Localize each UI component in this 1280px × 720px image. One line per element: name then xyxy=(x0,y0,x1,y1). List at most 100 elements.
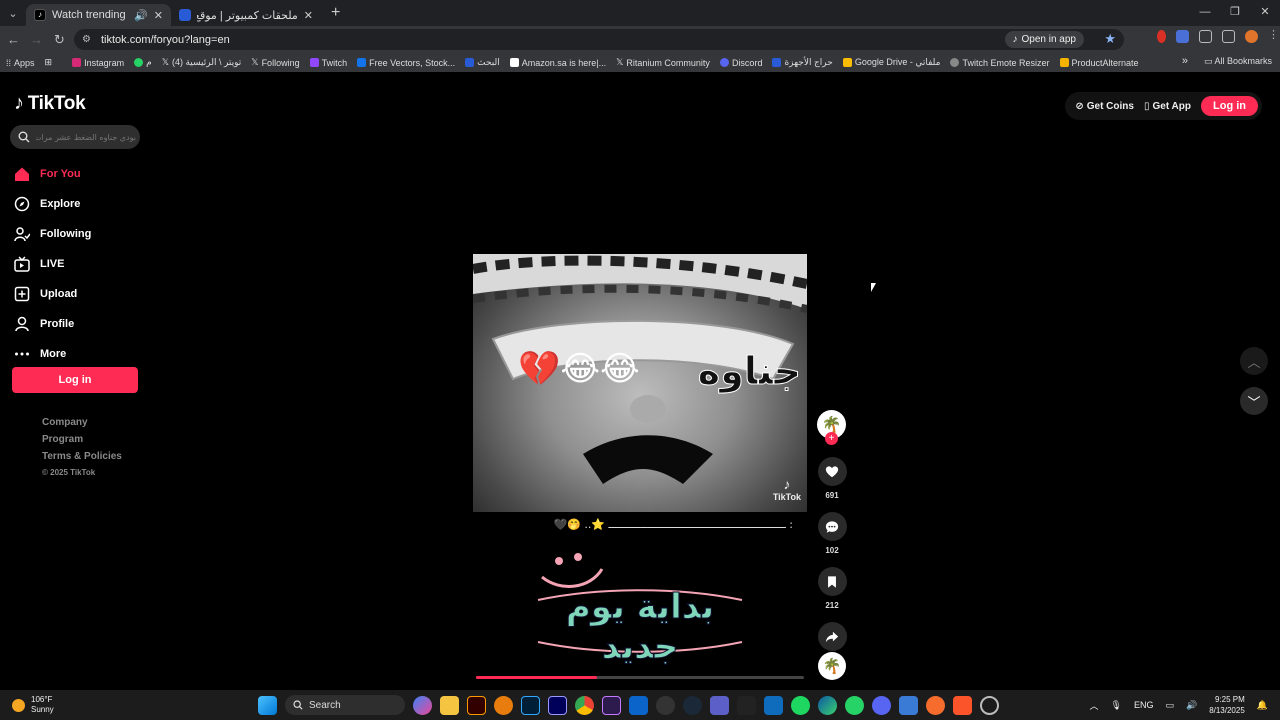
top-login-button[interactable]: Log in xyxy=(1201,96,1258,116)
extensions-puzzle-icon[interactable] xyxy=(1199,30,1212,43)
taskbar-clock[interactable]: 9:25 PM 8/13/2025 xyxy=(1209,694,1245,716)
edge-icon[interactable] xyxy=(818,695,837,715)
bookmark-search[interactable]: البحث xyxy=(465,57,500,68)
app-grid-icon[interactable] xyxy=(899,695,918,715)
notifications-bell-icon[interactable]: 🔔 xyxy=(1257,700,1268,711)
tab-tiktok[interactable]: ♪ Watch trending videos for y 🔊 ✕ xyxy=(26,4,171,26)
footer-link-terms[interactable]: Terms & Policies xyxy=(42,451,122,468)
follow-plus-icon[interactable]: + xyxy=(825,432,838,445)
sidebar-item-upload[interactable]: Upload xyxy=(14,279,144,309)
bookmark-whatsapp[interactable]: م xyxy=(134,57,152,68)
copilot-icon[interactable] xyxy=(413,695,432,715)
search-box[interactable] xyxy=(10,125,140,149)
bookmark-freepik[interactable]: Free Vectors, Stock... xyxy=(357,58,455,68)
get-coins-button[interactable]: ⊘ Get Coins xyxy=(1075,101,1134,112)
minimize-icon[interactable]: — xyxy=(1190,0,1220,26)
tab-search-icon[interactable]: ⌄ xyxy=(0,0,26,26)
next-video-chevron-down-icon[interactable]: ﹀ xyxy=(1240,387,1268,415)
tab-haraj[interactable]: ملحقات كمبيوتر | موقع حراج ✕ xyxy=(171,4,321,26)
grid-icon[interactable]: ⊞ xyxy=(45,57,53,68)
teams-icon[interactable] xyxy=(710,695,729,715)
tray-chevron-up-icon[interactable]: ︿ xyxy=(1089,699,1098,712)
spotify-icon[interactable] xyxy=(791,695,810,715)
open-in-app-button[interactable]: ♪ Open in app xyxy=(1004,31,1084,48)
new-tab-button[interactable]: + xyxy=(331,4,340,22)
bookmark-ritanium[interactable]: 𝕏 Ritanium Community xyxy=(616,57,710,68)
settings-icon[interactable] xyxy=(980,695,999,715)
get-app-button[interactable]: ▯ Get App xyxy=(1144,101,1191,112)
volume-icon[interactable]: 🔊 xyxy=(1186,700,1197,711)
bookmark-x-home[interactable]: 𝕏 (4) تويتر \ الرئيسية xyxy=(162,57,242,68)
bookmark-emote-resizer[interactable]: Twitch Emote Resizer xyxy=(950,58,1050,68)
after-effects-icon[interactable] xyxy=(548,695,567,715)
save-action[interactable]: 212 xyxy=(817,567,847,610)
bookmark-discord[interactable]: Discord xyxy=(719,58,762,68)
obs-icon[interactable] xyxy=(656,695,675,715)
origin-icon[interactable] xyxy=(926,695,945,715)
bookmark-productalternate[interactable]: ProductAlternate xyxy=(1059,58,1139,68)
weather-widget[interactable]: 106°F Sunny xyxy=(12,695,54,715)
adobe-express-icon[interactable] xyxy=(602,695,621,715)
taskbar-search[interactable]: Search xyxy=(285,695,405,715)
brave-icon[interactable] xyxy=(953,695,972,715)
sidebar-item-explore[interactable]: Explore xyxy=(14,189,144,219)
bookmark-twitch[interactable]: Twitch xyxy=(309,58,347,68)
sound-avatar[interactable]: 🌴 xyxy=(818,652,846,680)
store-icon[interactable] xyxy=(764,695,783,715)
url-text[interactable]: tiktok.com/foryou?lang=en xyxy=(101,34,230,46)
sidebar-item-for-you[interactable]: For You xyxy=(14,159,144,189)
site-info-icon[interactable]: ⚙ xyxy=(82,34,91,45)
bookmark-following[interactable]: 𝕏 Following xyxy=(251,57,299,68)
photoshop-icon[interactable] xyxy=(521,695,540,715)
sidebar-item-profile[interactable]: Profile xyxy=(14,309,144,339)
display-icon[interactable]: ▭ xyxy=(1165,700,1174,711)
language-indicator[interactable]: ENG xyxy=(1134,700,1154,710)
outlook-icon[interactable] xyxy=(629,695,648,715)
omnibox[interactable]: ⚙ tiktok.com/foryou?lang=en ♪ Open in ap… xyxy=(74,29,1124,50)
bookmark-amazon[interactable]: Amazon.sa is here|... xyxy=(509,58,606,68)
bookmark-instagram[interactable]: Instagram xyxy=(72,58,124,68)
file-explorer-icon[interactable] xyxy=(440,695,459,715)
footer-link-company[interactable]: Company xyxy=(42,417,122,434)
all-bookmarks-button[interactable]: ▭ All Bookmarks xyxy=(1204,56,1272,67)
creator-avatar[interactable]: 🌴 + xyxy=(817,410,846,445)
search-input[interactable] xyxy=(36,132,136,142)
bookmark-haraj-devices[interactable]: حراج الأجهزة xyxy=(772,57,833,68)
tiktok-logo[interactable]: ♪ TikTok xyxy=(14,92,86,115)
whatsapp-icon[interactable] xyxy=(845,695,864,715)
maximize-icon[interactable]: ❐ xyxy=(1220,0,1250,26)
steam-icon[interactable] xyxy=(683,695,702,715)
microphone-icon[interactable]: 🎙 xyxy=(1111,700,1122,711)
reload-icon[interactable]: ↻ xyxy=(48,32,71,48)
bookmark-apps[interactable]: ⁞⁞ Apps xyxy=(6,58,35,68)
like-action[interactable]: 691 xyxy=(817,457,847,500)
close-tab-icon[interactable]: ✕ xyxy=(154,9,163,22)
profile-avatar-icon[interactable] xyxy=(1245,30,1258,43)
discord-icon[interactable] xyxy=(872,695,891,715)
browser-menu-icon[interactable]: ⋮ xyxy=(1268,30,1279,43)
chrome-icon[interactable] xyxy=(575,695,594,715)
sidebar-item-following[interactable]: Following xyxy=(14,219,144,249)
sidebar-item-more[interactable]: More xyxy=(14,339,144,369)
bookmark-google-drive[interactable]: Google Drive - ملفاتي xyxy=(842,57,940,68)
media-control-icon[interactable] xyxy=(1222,30,1235,43)
video-progress-bar[interactable] xyxy=(476,676,804,679)
more-bookmarks-icon[interactable]: » xyxy=(1182,55,1188,67)
back-icon[interactable]: ← xyxy=(2,32,25,47)
sidebar-login-button[interactable]: Log in xyxy=(12,367,138,393)
extension-blue-icon[interactable] xyxy=(1176,30,1189,43)
extension-red-icon[interactable] xyxy=(1157,30,1166,43)
sidebar-item-live[interactable]: LIVE xyxy=(14,249,144,279)
comment-action[interactable]: 102 xyxy=(817,512,847,555)
bookmark-star-icon[interactable]: ★ xyxy=(1104,31,1116,47)
video-player[interactable]: 💔😂😂 جناوه ♪ TikTok xyxy=(473,254,807,512)
close-tab-icon[interactable]: ✕ xyxy=(304,9,313,22)
close-window-icon[interactable]: ✕ xyxy=(1250,0,1280,26)
davinci-icon[interactable] xyxy=(737,695,756,715)
previous-video-chevron-up-icon[interactable]: ︿ xyxy=(1240,347,1268,375)
windows-start-icon[interactable] xyxy=(258,695,277,715)
illustrator-icon[interactable] xyxy=(467,695,486,715)
footer-link-program[interactable]: Program xyxy=(42,434,122,451)
blender-icon[interactable] xyxy=(494,695,513,715)
speaker-icon[interactable]: 🔊 xyxy=(134,9,148,22)
